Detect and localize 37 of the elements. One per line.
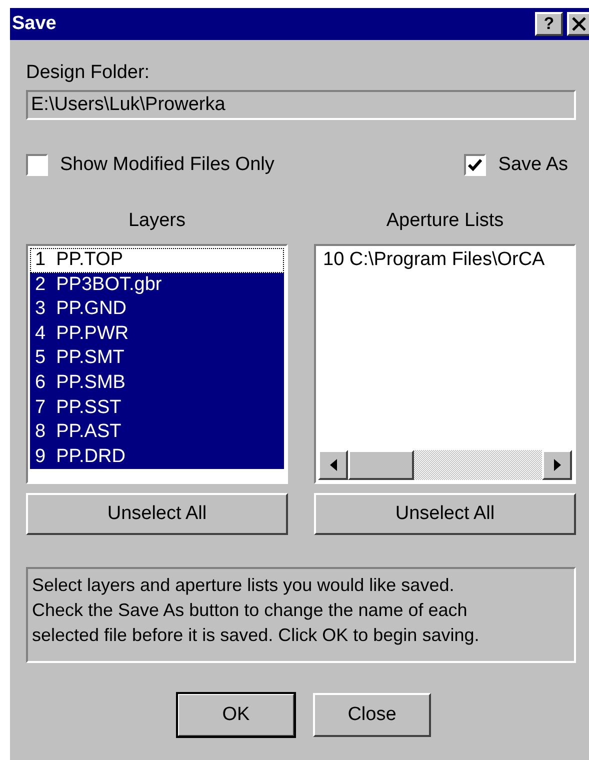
info-text: selected file before it is saved. Click OK to begin saving. [32,624,480,647]
list-item[interactable]: 4 PP.PWR [30,322,284,346]
list-item[interactable]: 10 C:\Program Files\OrCA [318,248,572,273]
checkbox[interactable] [26,154,48,176]
list-item[interactable]: 8 PP.AST [30,420,284,445]
list-item[interactable]: 2 PP3BOT.gbr [30,272,284,298]
scroll-left-button[interactable] [318,450,348,480]
left-arrow-icon [330,459,336,471]
scroll-right-button[interactable] [542,450,572,480]
unselect-all-button[interactable]: Unselect All [314,493,576,535]
list-item[interactable]: 5 PP.SMT [30,346,284,371]
list-item[interactable]: 3 PP.GND [30,297,284,322]
right-arrow-icon [554,459,560,471]
close-icon [572,17,586,31]
info-text: Check the Save As button to change the name of each [32,599,468,622]
dialog-button[interactable]: OK [177,693,295,737]
horizontal-scrollbar[interactable] [318,450,572,480]
list-heading: Aperture Lists [385,210,505,232]
aperture-list[interactable]: 10 C:\Program Files\OrCA [314,244,576,484]
unselect-all-button[interactable]: Unselect All [26,493,288,535]
list-heading: Layers [127,210,187,232]
checkbox[interactable] [464,154,486,176]
folder-field[interactable]: E:\Users\Luk\Prowerka [26,90,576,120]
info-text: Select layers and aperture lists you would like saved. [32,574,456,597]
dialog-button[interactable]: Close [313,693,431,737]
field-label: Design Folder: [26,62,151,84]
checkmark-icon [468,159,482,171]
checkbox-option[interactable]: Save As [464,154,568,176]
list-item[interactable]: 7 PP.SST [30,396,284,420]
list-item[interactable]: 6 PP.SMB [30,370,284,396]
layers-list[interactable]: 1 PP.TOP 2 PP3BOT.gbr 3 PP.GND 4 PP.PWR 5 PP.SMT 6 PP.SMB 7 PP.SST 8 PP.AST 9 PP.DRD [26,244,288,484]
scroll-thumb[interactable] [348,450,414,480]
checkbox-option[interactable]: Show Modified Files Only [26,154,274,176]
list-item[interactable]: 9 PP.DRD [30,444,284,470]
window-title: Save [11,13,56,35]
help-button[interactable]: ? [535,12,563,36]
close-button[interactable] [567,12,589,36]
